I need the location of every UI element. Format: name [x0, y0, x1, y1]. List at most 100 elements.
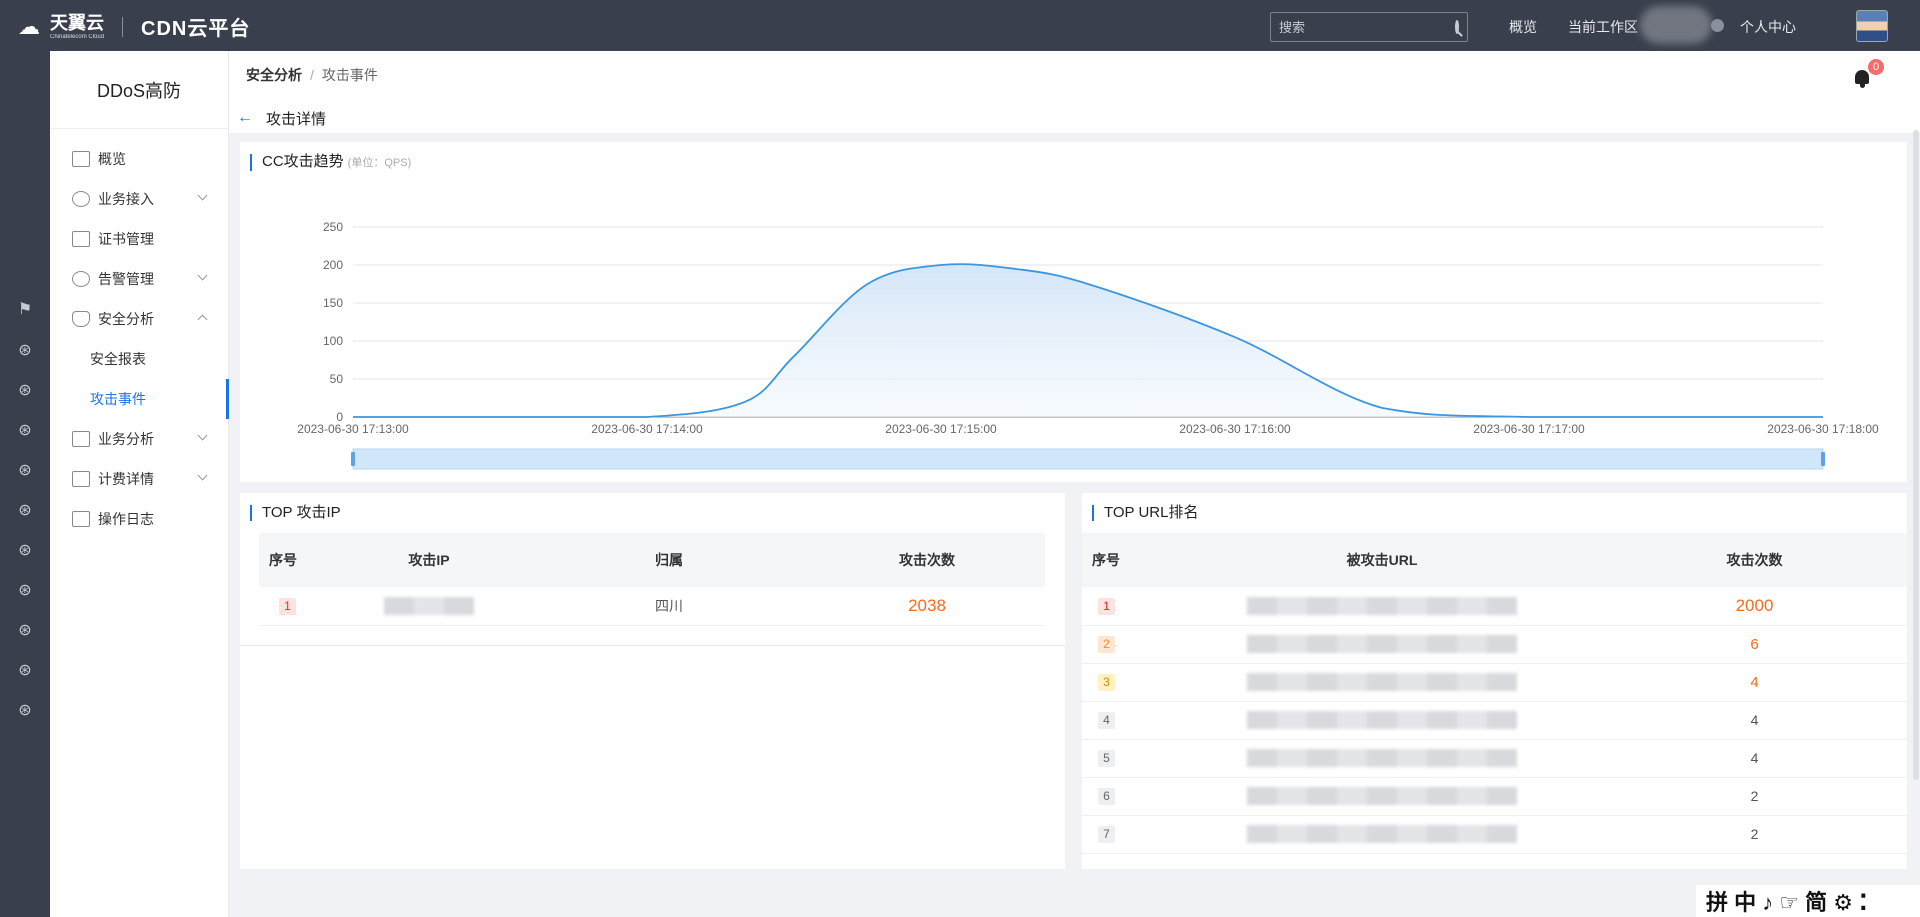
top-navbar: ☁ 天翼云 Chinatelecom Cloud CDN云平台 概览 当前工作区… [0, 0, 1920, 51]
rank-badge: 7 [1098, 826, 1115, 843]
search-input[interactable] [1279, 19, 1455, 35]
y-tick-label: 200 [323, 258, 343, 272]
redacted-url [1247, 711, 1517, 730]
chevron-down-icon [197, 430, 208, 441]
x-tick-label: 2023-06-30 17:16:00 [1179, 422, 1291, 436]
back-arrow-icon[interactable]: ← [237, 109, 253, 127]
zoom-handle-left[interactable] [351, 452, 355, 466]
rail-product-icon[interactable]: ⊛ [16, 382, 34, 400]
rail-product-icon[interactable]: ⊛ [16, 662, 34, 680]
sidebar-subitem-security-report[interactable]: 安全报表 [50, 339, 228, 379]
rail-product-icon[interactable]: ⊛ [16, 342, 34, 360]
product-name: CDN云平台 [141, 18, 251, 40]
globe-icon [72, 191, 90, 207]
zoom-slider-track[interactable] [352, 448, 1824, 470]
logo-divider [122, 16, 124, 37]
sidebar-item-business-access[interactable]: 业务接入 [50, 179, 228, 219]
sidebar-item-label: 业务分析 [98, 431, 154, 447]
redacted-ip [384, 596, 474, 615]
rail-product-icon[interactable]: ⊛ [16, 702, 34, 720]
cc-trend-chart: 0501001502002502023-06-30 17:13:00 2023-0… [297, 220, 1879, 470]
redacted-url [1247, 787, 1517, 806]
brand-name: 天翼云 [50, 12, 104, 33]
sidebar-item-overview[interactable]: 概览 [50, 139, 228, 179]
y-tick-label: 150 [323, 296, 343, 310]
sidebar-item-label: 证书管理 [98, 231, 154, 247]
sidebar-item-billing[interactable]: 计费详情 [50, 459, 228, 499]
cc-trend-card: CC攻击趋势 (单位：QPS) 0 50 100 150 200 250 2023-06-30… [240, 142, 1907, 482]
top-url-title: TOP URL排名 [1092, 505, 1198, 521]
sidebar-item-business-analysis[interactable]: 业务分析 [50, 419, 228, 459]
ip-region: 四川 [529, 587, 809, 626]
breadcrumb-parent[interactable]: 安全分析 [246, 67, 302, 83]
attack-count: 2 [1750, 788, 1759, 804]
sidebar-item-alerts[interactable]: 告警管理 [50, 259, 228, 299]
sidebar-subitem-attack-events[interactable]: 攻击事件 [50, 379, 229, 419]
col-header: 攻击IP [329, 533, 529, 587]
product-rail: ⚑ ⊛ ⊛ ⊛ ⊛ ⊛ ⊛ ⊛ ⊛ ⊛ ⊛ [0, 51, 50, 917]
col-header: 归属 [529, 533, 809, 587]
sidebar-item-label: 告警管理 [98, 271, 154, 287]
page-header: 安全分析 / 攻击事件 ← 攻击详情 [229, 51, 1920, 133]
rank-badge: 6 [1098, 788, 1115, 805]
sidebar-item-security-analysis[interactable]: 安全分析 [50, 299, 228, 339]
sidebar: DDoS高防 概览 业务接入 证书管理 告警管理 安全分析 安全报表 攻击事件 … [50, 51, 229, 917]
attack-count: 2 [1750, 826, 1759, 842]
rail-product-icon[interactable]: ⊛ [16, 462, 34, 480]
chevron-down-icon [197, 190, 208, 201]
sidebar-item-label: 计费详情 [98, 471, 154, 487]
col-header: 序号 [259, 533, 329, 587]
top-url-card: TOP URL排名 序号 被攻击URL 攻击次数 1 2000 2 6 3 4 4 4 5 4 6 2… [1082, 493, 1907, 869]
billing-icon [72, 471, 90, 487]
sidebar-item-operation-log[interactable]: 操作日志 [50, 499, 228, 539]
rank-badge: 2 [1098, 636, 1115, 653]
rail-product-icon[interactable]: ⊛ [16, 582, 34, 600]
rail-product-icon[interactable]: ⊛ [16, 622, 34, 640]
table-row: 62 [1082, 777, 1907, 816]
cloud-logo-icon: ☁ [18, 13, 40, 39]
certificate-icon [72, 231, 90, 247]
rail-product-icon[interactable]: ⊛ [16, 502, 34, 520]
rail-product-icon[interactable]: ⊛ [16, 542, 34, 560]
sidebar-item-label: 操作日志 [98, 511, 154, 527]
chevron-down-icon [197, 270, 208, 281]
ime-toolbar[interactable]: 拼 中 ♪ ☞ 简 ⚙ ⁚ [1696, 885, 1920, 917]
page-title: 攻击详情 [266, 111, 327, 128]
workspace-link[interactable]: 当前工作区 [1568, 17, 1638, 37]
notification-badge: 0 [1868, 59, 1884, 75]
rail-product-icon[interactable]: ⊛ [16, 422, 34, 440]
table-row: 34 [1082, 663, 1907, 702]
redacted-workspace-name [1640, 6, 1712, 44]
x-tick-label: 2023-06-30 17:17:00 [1473, 422, 1585, 436]
sidebar-title: DDoS高防 [50, 51, 228, 129]
brand-subtitle: Chinatelecom Cloud [50, 33, 105, 40]
profile-link[interactable]: 个人中心 [1740, 17, 1796, 37]
redacted-url [1247, 673, 1517, 692]
attack-count: 6 [1750, 635, 1759, 653]
rank-badge: 1 [279, 597, 296, 615]
attack-count: 4 [1750, 673, 1759, 691]
attack-count: 2000 [1735, 595, 1774, 615]
flag-icon[interactable]: ⚑ [16, 301, 34, 319]
table-row: 26 [1082, 625, 1907, 664]
rank-badge: 3 [1098, 674, 1115, 691]
avatar[interactable] [1856, 10, 1888, 42]
overview-link[interactable]: 概览 [1509, 17, 1537, 37]
zoom-handle-right[interactable] [1821, 452, 1825, 466]
sidebar-item-label: 概览 [98, 151, 126, 167]
breadcrumb: 安全分析 / 攻击事件 [246, 67, 378, 83]
chevron-down-icon [197, 470, 208, 481]
page-scrollbar[interactable] [1913, 130, 1919, 780]
brand-logo[interactable]: ☁ 天翼云 Chinatelecom Cloud CDN云平台 [18, 12, 250, 41]
search-icon[interactable] [1455, 20, 1459, 34]
top-ip-title: TOP 攻击IP [250, 505, 341, 521]
col-header: 被攻击URL [1162, 533, 1602, 587]
redacted-url [1247, 749, 1517, 768]
search-box [1270, 12, 1468, 42]
chevron-up-icon [197, 314, 208, 325]
col-header: 攻击次数 [809, 533, 1045, 587]
attack-count: 4 [1750, 712, 1759, 728]
y-tick-label: 100 [323, 334, 343, 348]
sidebar-item-certificates[interactable]: 证书管理 [50, 219, 228, 259]
col-header: 序号 [1082, 533, 1162, 587]
